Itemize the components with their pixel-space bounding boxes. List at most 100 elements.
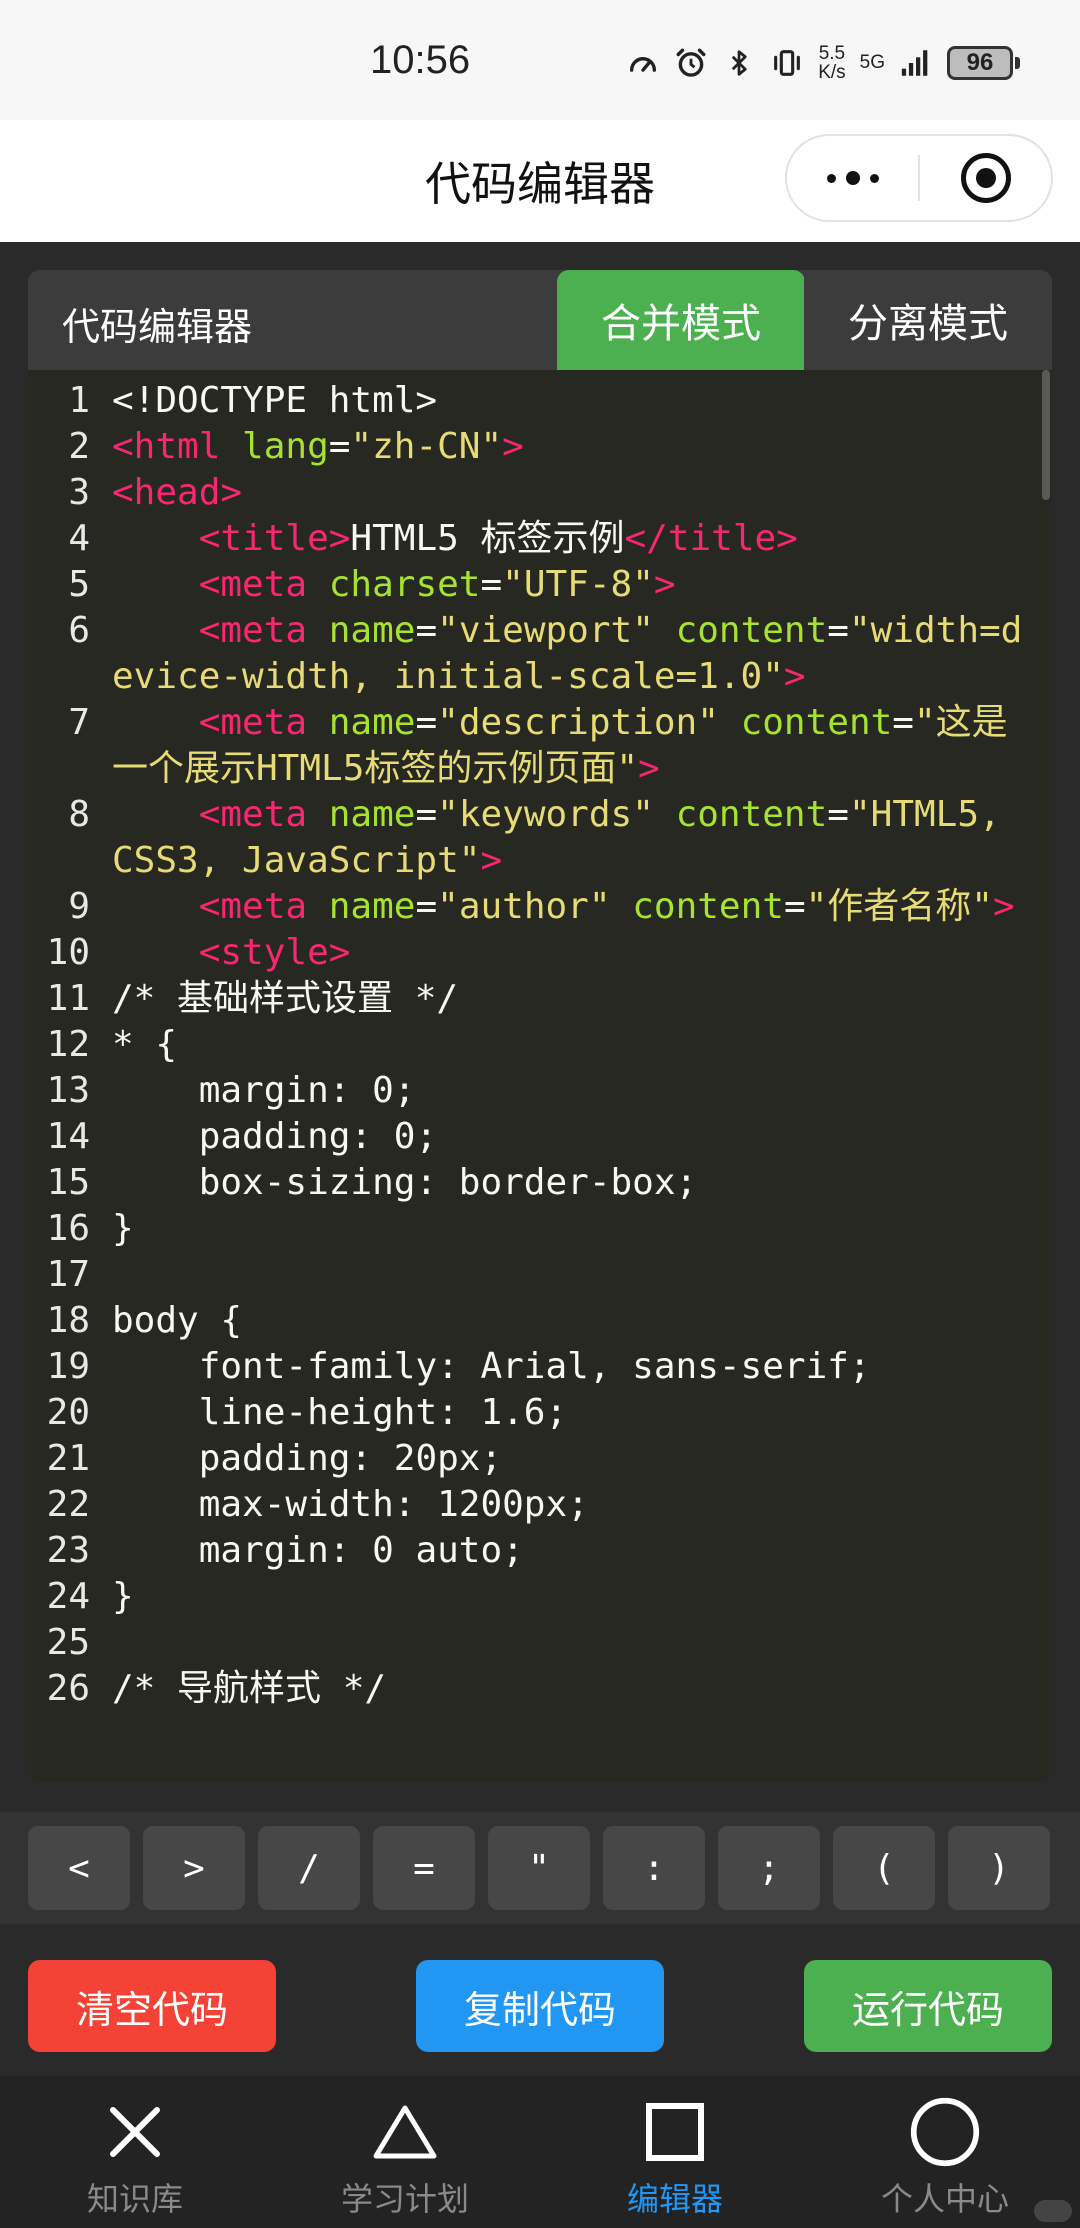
code-area[interactable]: 1 <!DOCTYPE html> 2 <html lang="zh-CN"> 3 <he… — [28, 370, 1052, 1782]
line-code: body { — [112, 1298, 1052, 1344]
code-line[interactable]: 20 line-height: 1.6; — [28, 1390, 1052, 1436]
code-editor-panel: 代码编辑器 合并模式 分离模式 1 <!DOCTYPE html> 2 <html l… — [28, 270, 1052, 1782]
code-line[interactable]: 5 <meta charset="UTF-8"> — [28, 562, 1052, 608]
nav-label: 编辑器 — [626, 2180, 723, 2218]
code-token: } — [112, 1576, 134, 1617]
line-number: 26 — [46, 1668, 90, 1709]
code-line[interactable]: 22 max-width: 1200px; — [28, 1482, 1052, 1528]
code-token: = — [415, 886, 438, 927]
code-line[interactable]: 7 <meta name="description" content="这是一个… — [28, 700, 1052, 792]
network-type: 5G — [859, 52, 885, 73]
code-line[interactable]: 9 <meta name="author" content="作者名称"> — [28, 884, 1052, 930]
code-token: "description" — [437, 702, 741, 743]
net-speed: 5.5 K/s — [818, 44, 845, 82]
symbol-key[interactable]: " — [488, 1826, 590, 1910]
code-line[interactable]: 4 <title>HTML5 标签示例</title> — [28, 516, 1052, 562]
code-token: > — [783, 656, 806, 697]
code-token: > — [653, 564, 676, 605]
code-line[interactable]: 24} — [28, 1574, 1052, 1620]
line-code: padding: 0; — [112, 1114, 1052, 1160]
editor-scrollbar[interactable] — [1042, 370, 1050, 500]
symbol-key[interactable]: : — [603, 1826, 705, 1910]
code-token: font-family: Arial, sans-serif; — [112, 1346, 871, 1387]
symbol-key[interactable]: ( — [833, 1826, 935, 1910]
code-token: <head> — [112, 472, 243, 513]
line-number: 20 — [46, 1392, 90, 1433]
line-number: 23 — [46, 1530, 90, 1571]
symbol-key[interactable]: / — [258, 1826, 360, 1910]
split-mode-tab[interactable]: 分离模式 — [804, 270, 1052, 370]
code-line[interactable]: 16} — [28, 1206, 1052, 1252]
copy-code-button[interactable]: 复制代码 — [416, 1960, 664, 2052]
merge-mode-tab[interactable]: 合并模式 — [557, 270, 805, 370]
code-line[interactable]: 23 margin: 0 auto; — [28, 1528, 1052, 1574]
code-token: "keywords" — [437, 794, 676, 835]
code-line[interactable]: 3 <head> — [28, 470, 1052, 516]
line-code: } — [112, 1206, 1052, 1252]
code-line[interactable]: 14 padding: 0; — [28, 1114, 1052, 1160]
code-token: padding: 0; — [112, 1116, 438, 1157]
line-number: 15 — [46, 1162, 90, 1203]
code-line[interactable]: 2 <html lang="zh-CN"> — [28, 424, 1052, 470]
code-line[interactable]: 10 <style> — [28, 930, 1052, 976]
line-number: 12 — [46, 1024, 90, 1065]
line-number: 13 — [46, 1070, 90, 1111]
run-code-button[interactable]: 运行代码 — [804, 1960, 1052, 2052]
code-token: * { — [112, 1024, 178, 1065]
line-number: 19 — [46, 1346, 90, 1387]
line-number: 10 — [46, 932, 90, 973]
line-code: box-sizing: border-box; — [112, 1160, 1052, 1206]
status-bar: 10:56 5.5 K/s 5G 96 — [0, 0, 1080, 120]
code-line[interactable]: 12 * { — [28, 1022, 1052, 1068]
symbol-key[interactable]: ) — [948, 1826, 1050, 1910]
more-button[interactable] — [787, 136, 918, 220]
close-miniprogram-button[interactable] — [920, 136, 1051, 220]
code-line[interactable]: 25 — [28, 1620, 1052, 1666]
line-number: 5 — [68, 564, 90, 605]
clear-code-button[interactable]: 清空代码 — [28, 1960, 276, 2052]
code-token: = — [827, 794, 849, 835]
circle-icon — [909, 2096, 981, 2168]
code-line[interactable]: 13 margin: 0; — [28, 1068, 1052, 1114]
code-token: = — [415, 702, 438, 743]
cross-icon — [99, 2096, 171, 2168]
code-token: margin: 0 auto; — [112, 1530, 524, 1571]
code-line[interactable]: 1 <!DOCTYPE html> — [28, 378, 1052, 424]
code-token: /* 导航样式 */ — [112, 1668, 387, 1709]
more-icon — [826, 171, 879, 185]
line-code: <style> — [112, 930, 1052, 976]
code-line[interactable]: 26 /* 导航样式 */ — [28, 1666, 1052, 1712]
nav-label: 学习计划 — [340, 2180, 469, 2218]
line-code: * { — [112, 1022, 1052, 1068]
line-number: 25 — [46, 1622, 90, 1663]
code-line[interactable]: 21 padding: 20px; — [28, 1436, 1052, 1482]
symbol-key[interactable]: < — [28, 1826, 130, 1910]
nav-item-study-plan[interactable]: 学习计划 — [270, 2076, 540, 2228]
code-token: = — [415, 610, 438, 651]
corner-badge — [1034, 2200, 1072, 2222]
code-line[interactable]: 15 box-sizing: border-box; — [28, 1160, 1052, 1206]
nav-item-editor[interactable]: 编辑器 — [540, 2076, 810, 2228]
editor-title: 代码编辑器 — [62, 305, 253, 349]
code-token: = — [892, 702, 914, 743]
code-line[interactable]: 11 /* 基础样式设置 */ — [28, 976, 1052, 1022]
line-code: <meta name="description" content="这是一个展示… — [112, 700, 1052, 792]
nav-item-knowledge[interactable]: 知识库 — [0, 2076, 270, 2228]
code-line[interactable]: 17 — [28, 1252, 1052, 1298]
code-token: <!DOCTYPE html> — [112, 380, 438, 421]
code-line[interactable]: 18 body { — [28, 1298, 1052, 1344]
line-code: <title>HTML5 标签示例</title> — [112, 516, 1052, 562]
code-token: = — [480, 564, 503, 605]
symbol-key[interactable]: ; — [718, 1826, 820, 1910]
code-line[interactable]: 6 <meta name="viewport" content="width=d… — [28, 608, 1052, 700]
code-line[interactable]: 8 <meta name="keywords" content="HTML5, … — [28, 792, 1052, 884]
symbol-key[interactable]: > — [143, 1826, 245, 1910]
line-code: <!DOCTYPE html> — [112, 378, 1052, 424]
symbol-key[interactable]: = — [373, 1826, 475, 1910]
code-token: name — [328, 610, 416, 651]
code-line[interactable]: 19 font-family: Arial, sans-serif; — [28, 1344, 1052, 1390]
